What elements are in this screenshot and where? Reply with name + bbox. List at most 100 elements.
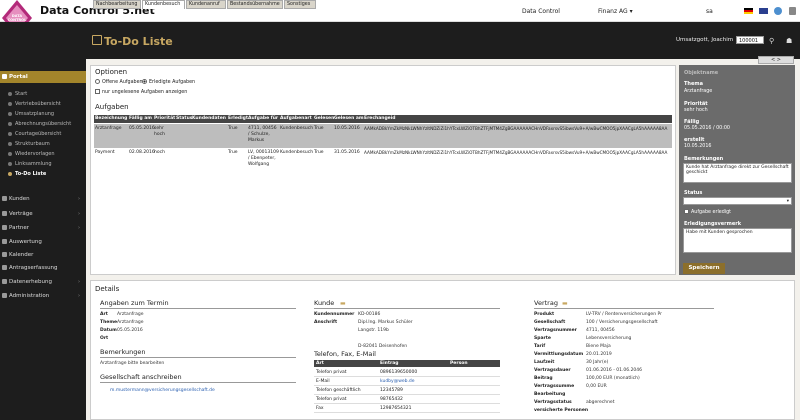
user-number-field[interactable]: 100001 [736,36,764,44]
rp-thema-label: Thema [684,81,703,87]
sidebar-item-kunden[interactable]: Kunden › [0,193,86,205]
bem-text: Arztanfrage bitte bearbeiten [100,361,165,366]
sidebar-sub-links[interactable]: Linksammlung [0,159,86,169]
sidebar-item-portal[interactable]: Portal [0,71,86,83]
checkbox-ungelesene[interactable]: nur ungelesene Aufgaben anzeigen [95,89,187,95]
topnav-user[interactable]: sa [706,8,713,15]
col-erl: Erledigt [228,116,249,121]
details-title: Details [95,285,120,293]
table-row[interactable]: E-Mail kudby@web.de [314,377,500,386]
partner-icon [2,225,7,230]
topnav-finanz[interactable]: Finanz AG ▾ [598,8,633,15]
col-gelam: Gelesen am [334,116,364,121]
chevron-icon: › [78,225,80,231]
sidebar-sub-struktur[interactable]: Strukturbaum [0,139,86,149]
tab-nav-arrows[interactable]: < > [758,56,794,64]
logout-icon[interactable] [789,7,796,15]
tab-nachbearbeitung[interactable]: Nachbearbeitung [93,0,141,9]
contract-icon [2,211,7,216]
checkbox-icon [95,89,100,94]
options-title: Optionen [95,68,128,76]
contact-table-header: Art Eintrag Person [314,360,500,367]
page-title: To-Do Liste [104,35,173,48]
tel-title: Telefon, Fax, E-Mail [314,350,376,358]
sidebar-item-vertraege[interactable]: Verträge › [0,208,86,220]
chevron-down-icon: ▾ [629,8,633,15]
search-icon[interactable]: ⚲ [769,37,774,45]
rp-prio-label: Priorität [684,101,708,107]
sidebar-sub-vertrieb[interactable]: Vertriebsübersicht [0,99,86,109]
company-select: Finanz AG [598,8,628,15]
col-bez: Bezeichnung [95,116,128,121]
table-row[interactable]: Fax 12987654321 [314,404,500,413]
rp-erledigt-checkbox[interactable]: Aufgabe erledigt [684,209,731,215]
folder-icon[interactable]: ▬ [340,300,346,307]
vertrag-title: Vertrag [534,299,558,307]
col-fuer: Aufgabe für [248,116,279,121]
chevron-icon: › [78,279,80,285]
topnav-data-control[interactable]: Data Control [522,8,560,15]
folder-icon[interactable]: ▬ [562,300,568,307]
rp-faellig-label: Fällig [684,119,700,125]
col-kd: Kundendaten [192,116,226,121]
rp-header: Objektname [684,70,719,76]
sidebar-sub-abrechnung[interactable]: Abrechnungsübersicht [0,119,86,129]
table-row[interactable]: Telefon privat 98765432 [314,395,500,404]
sidebar-item-label: Portal [9,74,28,80]
sidebar-sub-courtage[interactable]: Courtageübersicht [0,129,86,139]
sidebar-item-kalender[interactable]: Kalender [0,249,86,261]
admin-icon [2,293,7,298]
data-icon [2,279,7,284]
col-status: Status [176,116,193,121]
rp-bem-textarea[interactable]: Kunde hat Arztanfrage direkt zur Gesells… [683,163,792,183]
rp-erg-textarea[interactable]: Habe mit Kunden gesprochen [683,228,792,253]
rp-bem-label: Bemerkungen [684,156,724,162]
form-icon [2,265,7,270]
table-row[interactable]: Telefon privat 0896139650000 [314,368,500,377]
radio-erledigte[interactable]: Erledigte Aufgaben [142,79,195,85]
portal-icon [2,74,7,79]
sidebar-item-admin[interactable]: Administration › [0,290,86,302]
col-exid: Erechangeid [364,116,396,121]
rp-erstellt-label: erstellt [684,137,705,143]
bem-title: Bemerkungen [100,348,146,356]
tasks-table-header: Bezeichnung Fällig am Priorität Status K… [94,115,672,123]
ges-title: Gesellschaft anschreiben [100,373,182,381]
sidebar-item-auswertung[interactable]: Auswertung [0,236,86,248]
rp-thema: Arztanfrage [684,89,713,94]
termin-title: Angaben zum Termin [100,299,169,307]
settings-icon[interactable] [774,7,782,15]
radio-offene[interactable]: Offene Aufgaben [95,79,143,85]
rp-status-select[interactable]: ▾ [683,197,792,205]
rp-erstellt: 10.05.2016 [684,144,712,149]
user-icon[interactable]: ☗ [786,37,792,45]
sidebar-item-datenerhebung[interactable]: Datenerhebung › [0,276,86,288]
ges-email-link[interactable]: m.mustermann@versicherungsgesellschaft.d… [110,388,215,393]
sidebar-item-partner[interactable]: Partner › [0,222,86,234]
kunde-title: Kunde [314,299,335,307]
sidebar-sub-umsatz[interactable]: Umsatzplanung [0,109,86,119]
chart-icon [2,239,7,244]
table-row[interactable]: Arztanfrage 05.05.2016 sehr hoch True 47… [94,124,672,148]
calendar-icon [2,252,7,257]
sidebar-sub-todo[interactable]: To-Do Liste [0,169,86,179]
save-button[interactable]: Speichern [683,263,725,274]
rp-erg-label: Erledigungsvermerk [684,221,742,227]
sidebar-sub-wiedervorlagen[interactable]: Wiedervorlagen [0,149,86,159]
tab-kundenanruf[interactable]: Kundenanruf [186,0,226,9]
tab-sonstiges[interactable]: Sonstiges [284,0,316,9]
flag-de-icon[interactable] [744,8,753,14]
radio-icon [95,79,100,84]
sidebar-sub-start[interactable]: Start [0,89,86,99]
rp-prio: sehr hoch [684,108,708,113]
sidebar-item-antrag[interactable]: Antragserfassung [0,262,86,274]
tab-bestand[interactable]: Bestandsübernahme [227,0,283,9]
table-row[interactable]: Telefon geschäftlich 12345789 [314,386,500,395]
user-name: Umsatzgott, Joachim [676,37,734,43]
tab-kundenbesuch[interactable]: Kundenbesuch [142,0,185,9]
col-art: Aufgabenart [280,116,312,121]
table-row[interactable]: Payment 02.08.2016 hoch True LV, 0001310… [94,148,672,178]
flag-en-icon[interactable] [759,8,768,14]
col-gel: Gelesen [314,116,335,121]
divider [100,308,296,309]
